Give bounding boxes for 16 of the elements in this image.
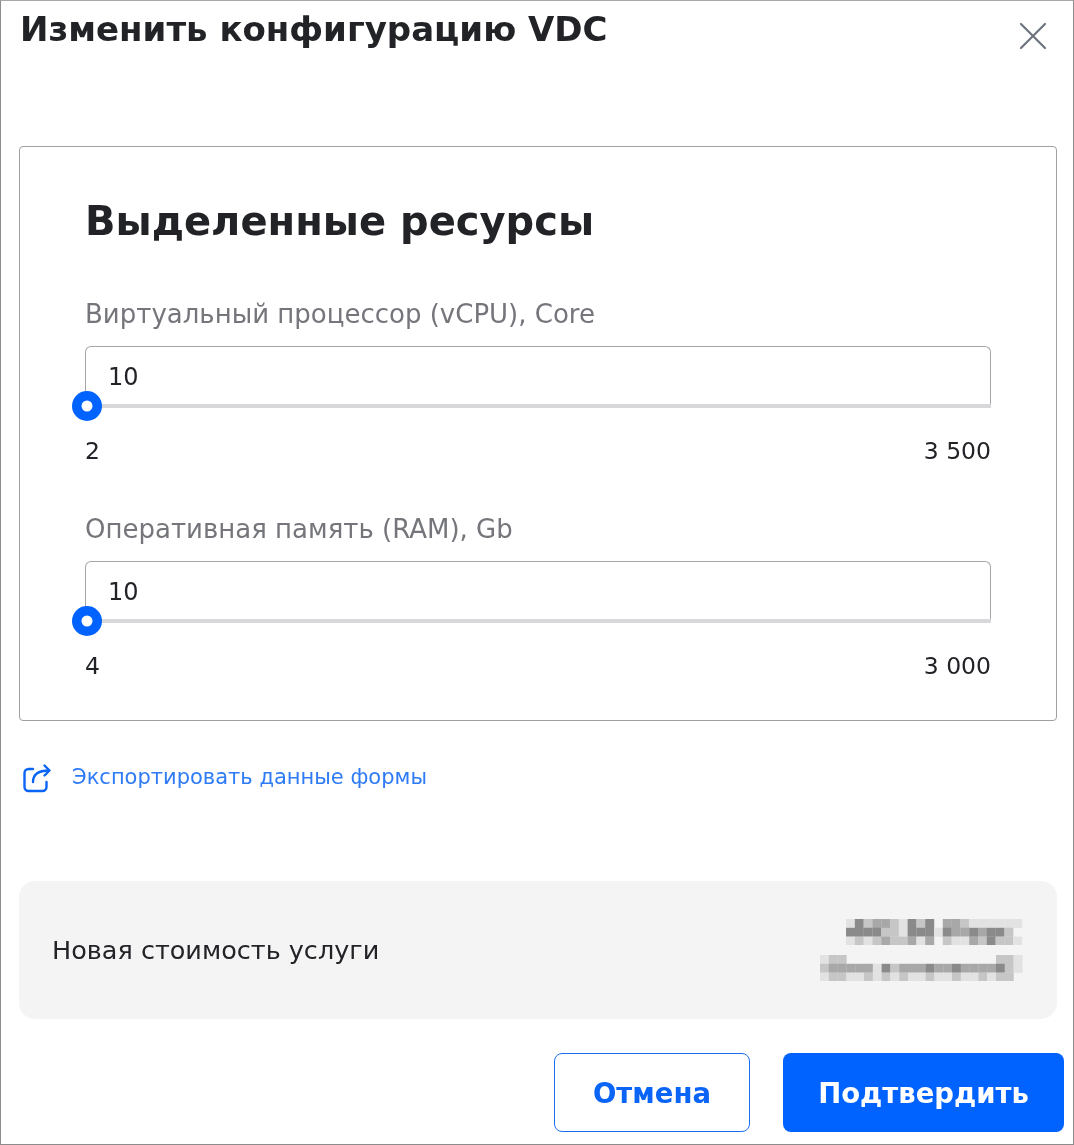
range-min-label: 2 — [85, 436, 100, 466]
dialog-title: Изменить конфигурацию VDC — [20, 8, 608, 51]
slider-thumb[interactable] — [71, 391, 102, 421]
range-max-label: 3 500 — [923, 436, 991, 466]
range-min-label: 4 — [85, 651, 100, 681]
price-label: Новая стоимость услуги — [52, 935, 380, 965]
confirm-button[interactable]: Подтвердить — [783, 1053, 1064, 1132]
export-link[interactable]: Экспортировать данные формы — [72, 762, 427, 792]
share-icon[interactable] — [22, 761, 52, 793]
range-max-label: 3 000 — [923, 651, 991, 681]
close-icon[interactable] — [1019, 22, 1047, 50]
field-label: Виртуальный процессор (vCPU), Core — [85, 299, 596, 329]
cancel-button[interactable]: Отмена — [554, 1053, 750, 1132]
section-heading: Выделенные ресурсы — [85, 197, 596, 246]
field-label: Оперативная память (RAM), Gb — [85, 514, 514, 544]
slider-thumb[interactable] — [71, 606, 102, 636]
